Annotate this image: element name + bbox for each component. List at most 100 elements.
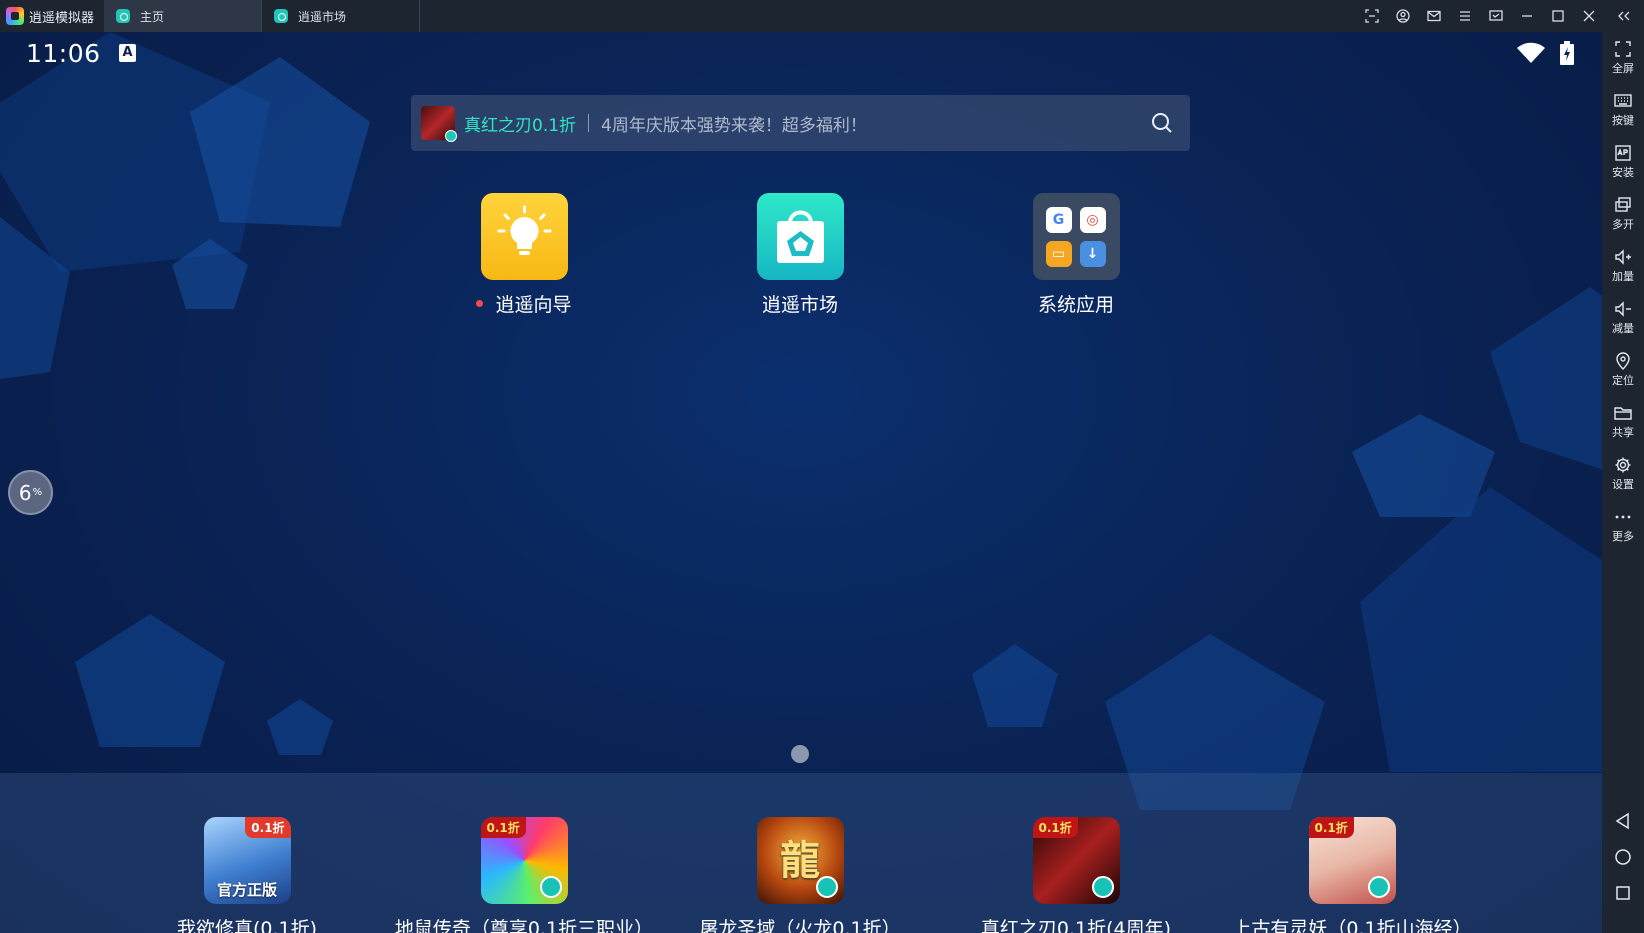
close-button[interactable] [1573,0,1604,32]
discount-tag: 0.1折 [480,817,526,838]
keyboard-icon [1614,94,1632,107]
toolbar-label: 多开 [1612,218,1634,231]
toolbar-label: 定位 [1612,374,1634,387]
search-button[interactable] [1134,95,1190,151]
more-button[interactable]: 更多 [1602,508,1644,544]
android-screen: 11:06 A 真红之刃0.1折 4周年庆版本强势来袭！超多福利！ 逍遥向导 逍… [0,32,1602,933]
wifi-icon [1516,42,1546,68]
wallpaper-shape [70,612,230,752]
dock-app-label: 真红之刃0.1折(4周年) [980,918,1172,933]
toolbar-label: 按键 [1612,114,1634,127]
dock-app[interactable]: 0.1折 地鼠传奇（尊享0.1折三职业） [384,817,664,933]
game-icon: 0.1折 [1032,817,1120,904]
screenshot-button[interactable] [1356,0,1387,32]
dock-app-label: 上古有灵妖（0.1折山海经） [1232,918,1472,933]
collapse-sidebar-button[interactable] [1604,0,1644,32]
game-icon: 0.1折 [480,817,568,904]
toolbar-label: 安装 [1612,166,1634,179]
fullscreen-button[interactable]: 全屏 [1602,40,1644,76]
search-banner[interactable]: 真红之刃0.1折 4周年庆版本强势来袭！超多福利！ [411,95,1190,151]
desktop-app-market[interactable]: 逍遥市场 [720,193,880,317]
emulator-toolbar: 全屏 按键 安装 多开 加量 减量 定位 共享 设置 更多 [1602,32,1644,933]
collapse-sidebar-icon [1618,11,1630,21]
page-indicator-dot[interactable] [791,745,809,763]
toolbar-label: 设置 [1612,478,1634,491]
dock-app[interactable]: 0.1折 官方正版 我欲修真(0.1折) [107,817,387,933]
toolbar-label: 更多 [1612,530,1634,543]
clock: 11:06 [26,39,101,68]
app-name: 逍遥模拟器 [29,10,95,26]
maximize-icon [1551,10,1564,22]
settings-gear-icon [1615,457,1631,473]
toolbar-label: 全屏 [1612,62,1634,75]
menu-icon [1459,11,1470,21]
home-button[interactable] [1602,848,1644,866]
maximize-button[interactable] [1542,0,1573,32]
shared-folder-button[interactable]: 共享 [1602,404,1644,440]
banner-title: 真红之刃0.1折 [464,115,577,136]
keymap-button[interactable]: 按键 [1602,92,1644,128]
game-icon: 0.1折 [1308,817,1396,904]
mail-button[interactable] [1418,0,1449,32]
banner-text: 4周年庆版本强势来袭！超多福利！ [601,115,867,136]
lightbulb-icon [480,193,568,280]
downloads-icon: ↓ [1079,241,1106,267]
wallpaper-shape [170,237,250,312]
volume-up-icon [1615,249,1631,265]
float-ball-value: 6 [18,480,32,505]
recents-icon [1616,886,1630,900]
tab-home-icon [116,9,130,23]
dock-app[interactable]: 龍 屠龙圣域（火龙0.1折） [660,817,940,933]
location-icon [1616,352,1630,370]
google-icon: G [1045,207,1072,233]
discount-tag: 0.1折 [245,817,291,838]
battery-charging-icon [1560,41,1574,69]
title-bar: 逍遥模拟器 主页 逍遥市场 [0,0,1644,32]
market-badge-icon [445,130,457,142]
app-logo-icon [6,7,24,25]
wallpaper-shape [1350,482,1602,782]
floating-performance-ball[interactable]: 6% [8,470,53,515]
settings-button[interactable]: 设置 [1602,456,1644,492]
tab-market[interactable]: 逍遥市场 [262,0,420,32]
notification-dot [476,300,484,307]
app-brand: 逍遥模拟器 [0,0,104,32]
dock-app-label: 地鼠传奇（尊享0.1折三职业） [394,918,654,933]
wallpaper-shape [0,212,90,392]
wallpaper-shape [180,52,390,242]
account-button[interactable] [1387,0,1418,32]
desktop-app-guide[interactable]: 逍遥向导 [444,193,604,317]
close-icon [1583,10,1594,22]
recents-button[interactable] [1602,884,1644,902]
dock-app[interactable]: 0.1折 上古有灵妖（0.1折山海经） [1212,817,1492,933]
wallpaper-shape [970,642,1060,732]
restore-app-button[interactable] [1480,0,1511,32]
more-icon [1615,515,1631,519]
account-icon [1395,9,1410,23]
minimize-icon [1521,15,1532,17]
status-bar: 11:06 A [0,32,1602,76]
minimize-button[interactable] [1511,0,1542,32]
discount-tag: 0.1折 [1308,817,1354,838]
banner-divider [588,114,590,132]
dock-app[interactable]: 0.1折 真红之刃0.1折(4周年) [936,817,1216,933]
market-badge-icon [1091,876,1114,898]
tab-home[interactable]: 主页 [104,0,262,32]
dock-app-label: 我欲修真(0.1折) [176,918,318,933]
multi-instance-button[interactable]: 多开 [1602,196,1644,232]
install-apk-button[interactable]: 安装 [1602,144,1644,180]
desktop-app-system-folder[interactable]: G ◎ ▭ ↓ 系统应用 [996,193,1156,317]
volume-up-button[interactable]: 加量 [1602,248,1644,284]
volume-down-button[interactable]: 减量 [1602,300,1644,336]
volume-down-icon [1615,301,1631,317]
back-button[interactable] [1602,812,1644,830]
location-button[interactable]: 定位 [1602,352,1644,388]
banner-game-icon [421,106,457,142]
market-bag-icon [756,193,844,280]
screenshot-icon [1364,9,1379,23]
keyboard-indicator-icon: A [119,44,136,62]
folder-icon [1614,407,1632,420]
apk-install-icon [1615,145,1631,161]
menu-button[interactable] [1449,0,1480,32]
chrome-icon: ◎ [1079,207,1106,233]
